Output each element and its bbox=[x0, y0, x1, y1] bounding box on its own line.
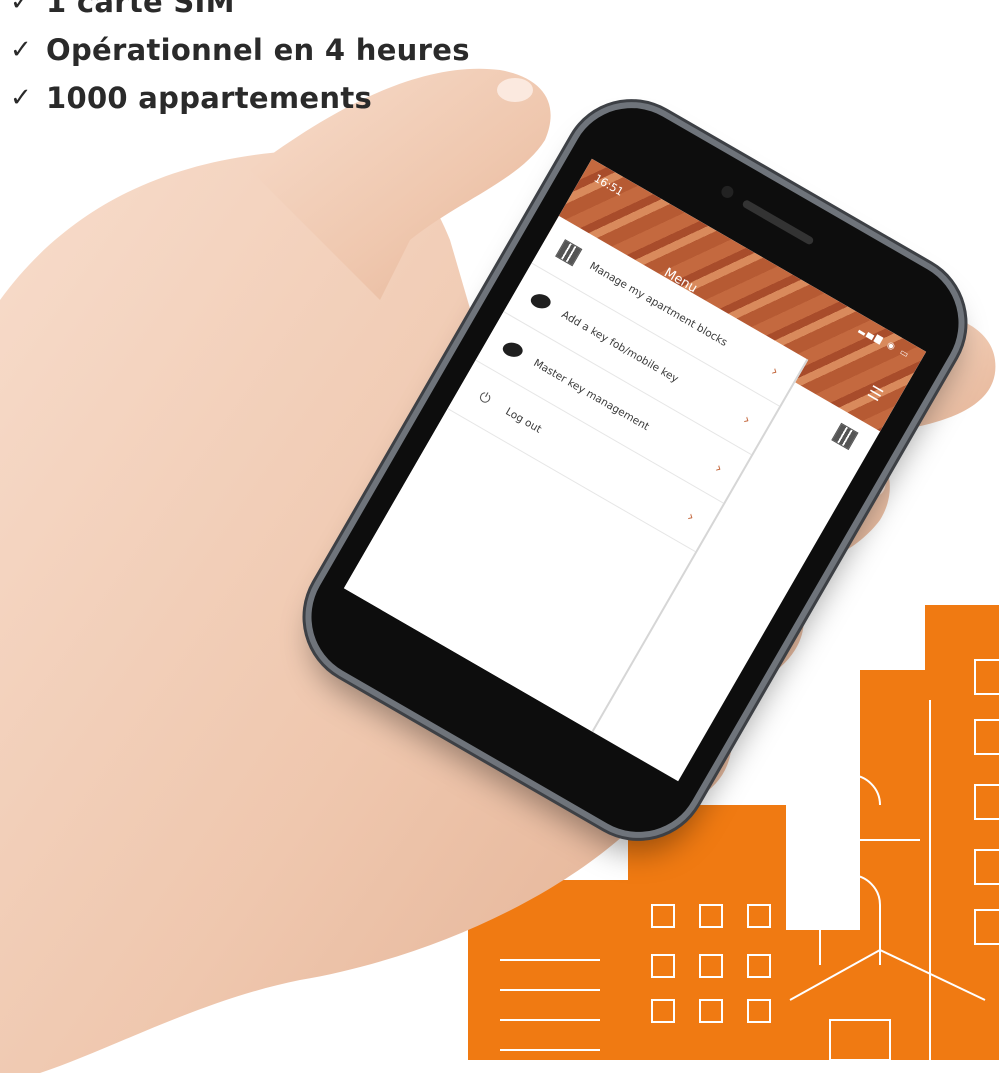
check-icon: ✓ bbox=[10, 83, 33, 113]
check-icon: ✓ bbox=[10, 0, 33, 17]
feature-checklist: ✓ 1 carte SIM ✓ Opérationnel en 4 heures… bbox=[10, 0, 470, 122]
feature-label: 1000 appartements bbox=[46, 81, 373, 115]
feature-item: ✓ 1 carte SIM bbox=[10, 0, 470, 26]
feature-label: Opérationnel en 4 heures bbox=[46, 33, 470, 67]
check-icon: ✓ bbox=[10, 35, 33, 65]
power-icon: ⏻ bbox=[475, 388, 494, 408]
status-time: 16:51 bbox=[591, 171, 626, 199]
feature-item: ✓ Opérationnel en 4 heures bbox=[10, 26, 470, 74]
feature-label: 1 carte SIM bbox=[46, 0, 235, 19]
speaker-grille bbox=[741, 198, 815, 246]
qr-code-icon[interactable] bbox=[831, 422, 859, 451]
hamburger-icon[interactable]: ☰ bbox=[864, 382, 886, 406]
qr-code-icon bbox=[551, 235, 587, 271]
camera-icon bbox=[719, 183, 736, 201]
key-fob-icon bbox=[495, 332, 531, 368]
key-fob-icon bbox=[523, 284, 559, 320]
status-icons: ▂▄▆ ◉ ▭ bbox=[857, 324, 912, 362]
feature-item: ✓ 1000 appartements bbox=[10, 74, 470, 122]
